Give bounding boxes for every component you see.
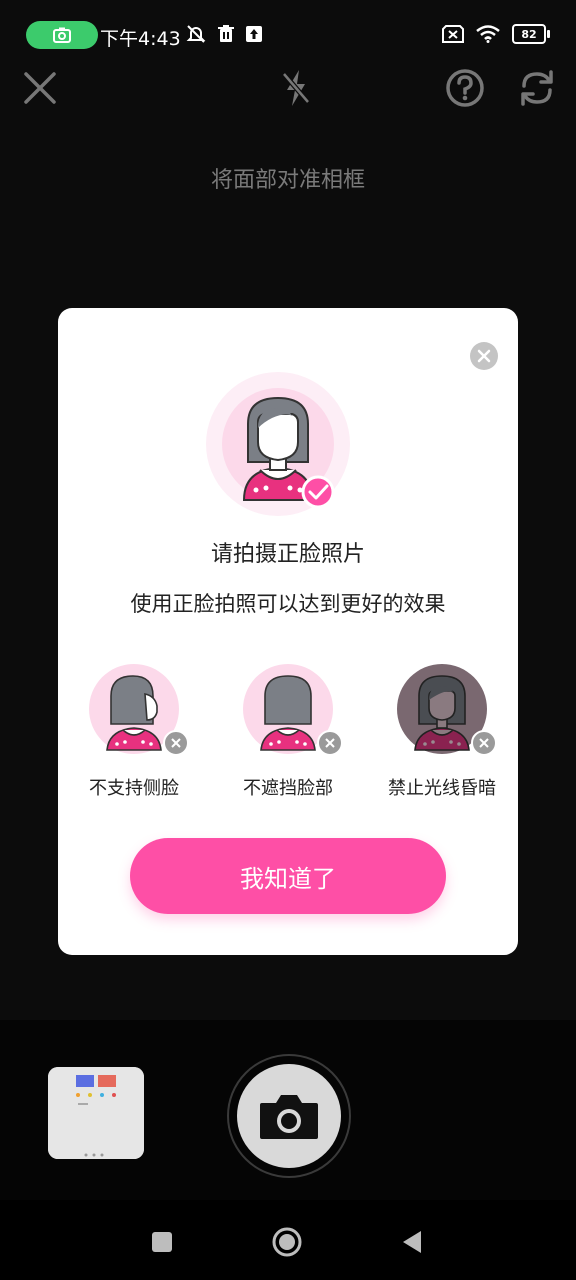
shutter-button[interactable]: [227, 1054, 351, 1178]
navigation-bar: [0, 1200, 576, 1280]
front-face-tip-dialog: 请拍摄正脸照片 使用正脸拍照可以达到更好的效果 不支持侧脸 不遮挡脸部 禁止光线…: [58, 308, 518, 955]
gallery-thumbnail[interactable]: [48, 1067, 144, 1159]
shutter-inner: [237, 1064, 341, 1168]
tip-label: 不遮挡脸部: [243, 778, 333, 799]
dialog-overlay: 请拍摄正脸照片 使用正脸拍照可以达到更好的效果 不支持侧脸 不遮挡脸部 禁止光线…: [0, 0, 576, 1020]
dialog-subtitle: 使用正脸拍照可以达到更好的效果: [130, 592, 446, 616]
dialog-close-button[interactable]: [470, 342, 498, 370]
x-badge-icon: [471, 730, 497, 756]
home-button[interactable]: [271, 1226, 303, 1258]
tip-no-side-face: 不支持侧脸: [64, 664, 204, 800]
got-it-button[interactable]: 我知道了: [130, 838, 446, 914]
camera-controls: [0, 1020, 576, 1200]
covered-face-illustration: [243, 664, 343, 756]
dialog-title: 请拍摄正脸照片: [210, 542, 365, 567]
dim-light-illustration: [397, 664, 497, 756]
camera-icon: [260, 1095, 318, 1139]
recents-button[interactable]: [146, 1226, 178, 1258]
recents-icon: [152, 1232, 172, 1252]
tip-label: 不支持侧脸: [89, 778, 179, 799]
x-badge-icon: [317, 730, 343, 756]
front-face-illustration: [206, 372, 350, 516]
x-badge-icon: [163, 730, 189, 756]
back-icon: [403, 1231, 421, 1253]
home-icon: [272, 1227, 302, 1257]
thumbnail-preview-icon: [48, 1067, 144, 1159]
tip-no-covered-face: 不遮挡脸部: [218, 664, 358, 800]
tips-row: 不支持侧脸 不遮挡脸部 禁止光线昏暗: [58, 664, 518, 804]
side-face-illustration: [89, 664, 189, 756]
tip-no-dim-light: 禁止光线昏暗: [372, 664, 512, 800]
close-icon: [477, 349, 491, 363]
tip-label: 禁止光线昏暗: [388, 778, 496, 799]
back-button[interactable]: [396, 1226, 428, 1258]
